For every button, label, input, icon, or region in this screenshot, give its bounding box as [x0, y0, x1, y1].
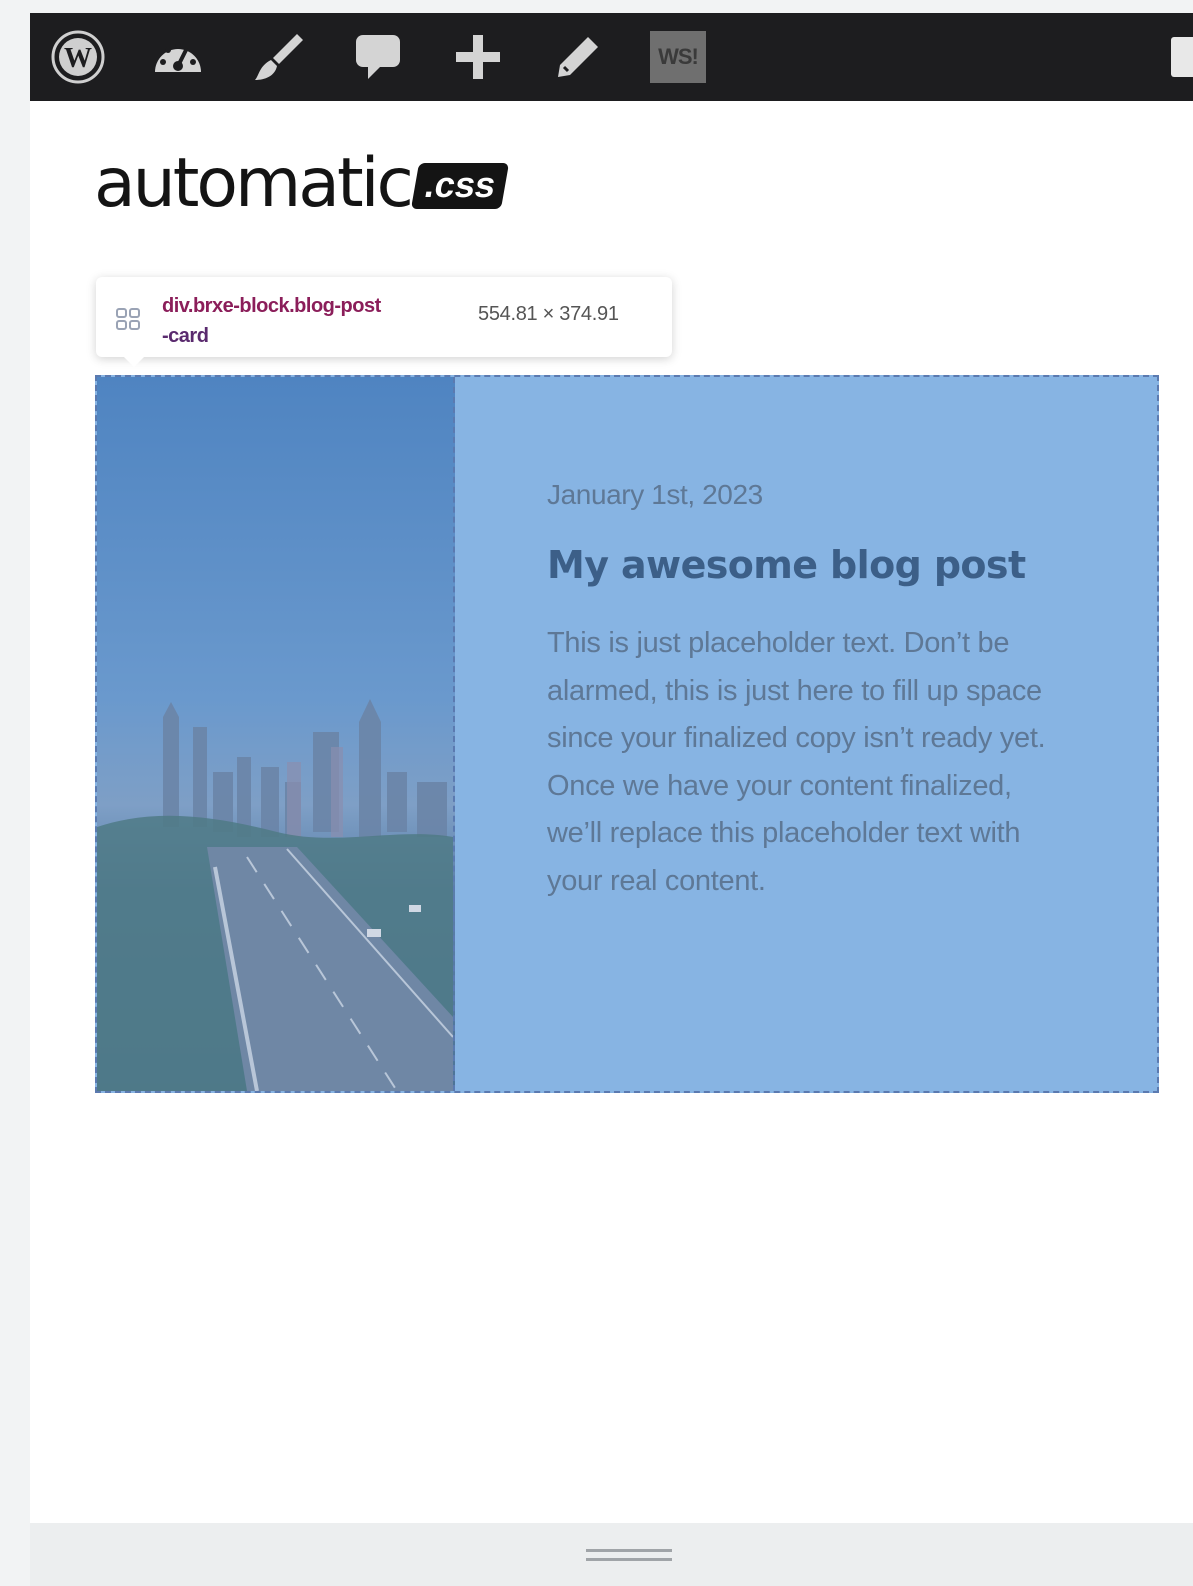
block-grid-icon	[116, 307, 142, 337]
dashboard-icon[interactable]	[148, 29, 208, 85]
page-frame: W WS! automatic .css div.brxe-block.blog…	[30, 13, 1193, 1523]
element-selector: div.brxe-block.blog-post -card	[162, 291, 462, 351]
drag-handle-icon[interactable]	[586, 1547, 672, 1569]
resize-bar[interactable]	[30, 1523, 1193, 1586]
wordpress-icon[interactable]: W	[48, 29, 108, 85]
post-date: January 1st, 2023	[547, 479, 763, 510]
site-logo[interactable]: automatic .css	[94, 143, 510, 223]
svg-text:W: W	[64, 43, 92, 74]
comments-icon[interactable]	[348, 29, 408, 85]
account-avatar[interactable]	[1171, 37, 1193, 77]
post-featured-image	[97, 377, 455, 1091]
logo-wordmark: automatic	[94, 143, 414, 223]
element-dimensions: 554.81 × 374.91	[478, 303, 619, 325]
edit-icon[interactable]	[548, 29, 608, 85]
selector-line-2: -card	[162, 325, 209, 347]
customize-brush-icon[interactable]	[248, 29, 308, 85]
selector-line-1: div.brxe-block.blog-post	[162, 295, 381, 317]
ws-form-badge[interactable]: WS!	[650, 31, 706, 83]
post-excerpt: This is just placeholder text. Don’t be …	[547, 627, 1046, 897]
post-title[interactable]: My awesome blog post	[547, 543, 1026, 587]
logo-badge: .css	[410, 163, 510, 209]
wp-admin-bar: W WS!	[30, 13, 1193, 101]
inspector-tooltip: div.brxe-block.blog-post -card 554.81 × …	[96, 277, 672, 367]
new-content-icon[interactable]	[448, 29, 508, 85]
blog-post-card[interactable]: January 1st, 2023 My awesome blog post T…	[95, 375, 1159, 1093]
